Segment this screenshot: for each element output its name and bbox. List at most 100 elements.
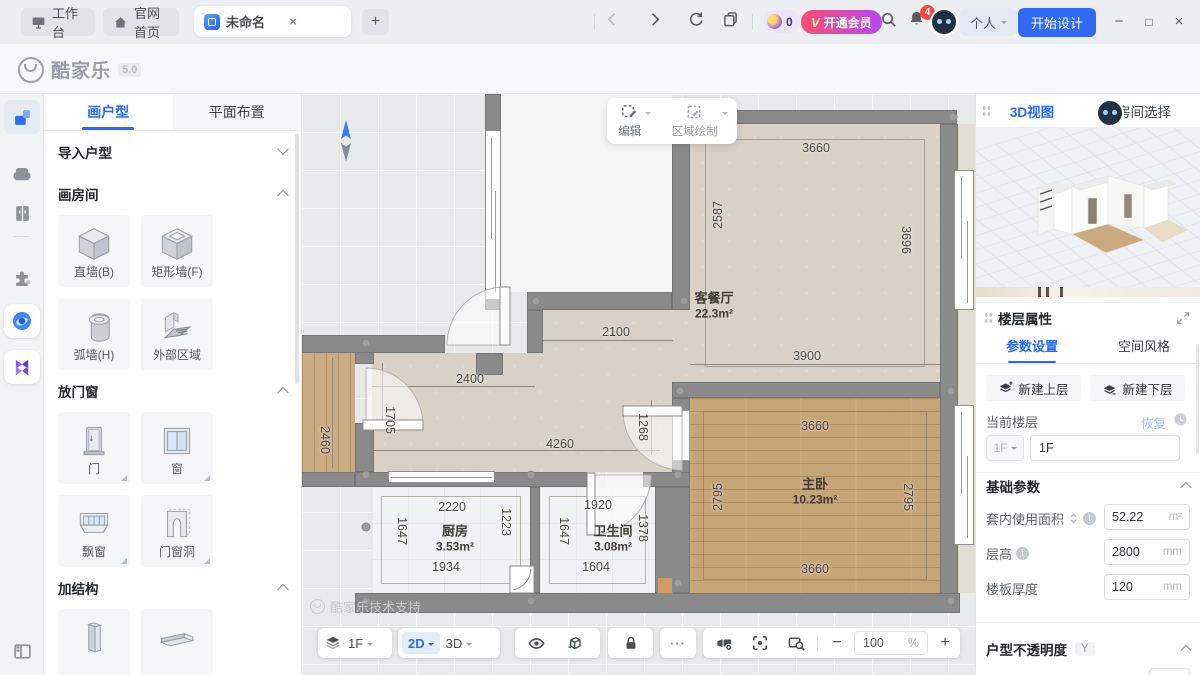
param-input-层高[interactable]: 2800mm	[1104, 539, 1190, 565]
panel-scrollbar[interactable]	[295, 134, 299, 384]
rail-panel-layout-icon[interactable]	[4, 634, 40, 668]
rail-furniture-icon[interactable]	[4, 156, 40, 190]
floorplan-canvas[interactable]: 客餐厅22.3m²厨房3.53m²卫生间3.08m²主卧10.23m²36602…	[302, 94, 975, 675]
rail-render-sphere-icon[interactable]	[4, 304, 40, 338]
info-icon[interactable]	[1083, 512, 1096, 525]
add-upper-floor-button[interactable]: 新建上层	[986, 375, 1081, 401]
dimension-label: 2220	[438, 500, 466, 514]
float-编辑[interactable]: 编辑	[618, 104, 649, 139]
new-tab-button[interactable]	[362, 9, 389, 35]
zoom-area-icon[interactable]	[781, 635, 811, 652]
shortcut-badge: Y	[1075, 642, 1095, 656]
duplicate-button[interactable]	[722, 11, 739, 28]
param-row-套内使用面积: 套内使用面积 52.22m²	[986, 504, 1190, 530]
zoom-level-input[interactable]: 100%	[854, 631, 928, 655]
tool-item-column-icon[interactable]	[58, 609, 130, 675]
param-input-楼板厚度[interactable]: 120mm	[1104, 574, 1190, 600]
close-icon[interactable]	[285, 14, 301, 30]
door-leaf[interactable]	[623, 406, 682, 416]
tab-官网首页[interactable]: 官网首页	[103, 8, 179, 36]
right-panel-scrollbar[interactable]	[1196, 344, 1199, 454]
section-header-放门窗[interactable]: 放门窗	[58, 370, 287, 412]
rail-plugin-icon[interactable]	[4, 260, 40, 294]
param-input-套内使用面积[interactable]: 52.22m²	[1104, 504, 1190, 530]
more-group	[660, 628, 696, 658]
close-window-button[interactable]: ×	[1168, 12, 1190, 32]
rail-draw-wall-icon[interactable]	[4, 100, 40, 134]
door-leaf[interactable]	[500, 287, 510, 345]
vip-upgrade-button[interactable]: V开通会员	[801, 10, 882, 34]
layer-down-icon	[1102, 381, 1117, 396]
preview-3d[interactable]	[976, 128, 1200, 296]
zoom-out-button[interactable]: −	[824, 634, 850, 652]
tool-item-beam-icon[interactable]	[141, 609, 213, 675]
expand-icon[interactable]	[1176, 311, 1190, 325]
material-strip	[976, 287, 1200, 297]
opacity-header[interactable]: 户型不透明度 Y	[986, 639, 1190, 659]
more-options-icon[interactable]	[660, 636, 696, 651]
notifications-button[interactable]: 4	[908, 10, 925, 27]
vip-v-icon: V	[811, 15, 820, 30]
info-icon[interactable]	[1016, 547, 1029, 560]
focus-icon[interactable]	[745, 635, 775, 651]
drag-handle-icon[interactable]	[984, 312, 993, 324]
tool-item-飘窗[interactable]: 飘窗	[58, 495, 130, 567]
cube-icon[interactable]	[559, 635, 589, 652]
mode-2d-button[interactable]: 2D	[402, 632, 440, 654]
restore-button[interactable]: 恢复	[1141, 413, 1166, 432]
eye-icon[interactable]	[521, 635, 551, 652]
lock-icon[interactable]	[608, 635, 653, 651]
floor-name-input[interactable]: 1F	[1030, 435, 1180, 461]
main-toolbar: 酷家乐 5.0 文件保存撤销恢复清空工具AI渲染图册图纸&清单搜索帮助协作消息V…	[0, 44, 1200, 94]
coin-balance[interactable]: 0	[763, 10, 801, 33]
door-arc	[623, 411, 682, 470]
room-label-卫生间: 卫生间3.08m²	[593, 523, 632, 554]
start-design-button[interactable]: 开始设计	[1018, 8, 1096, 37]
maximize-button[interactable]: □	[1138, 12, 1160, 32]
tool-item-矩形墙(F)[interactable]: 矩形墙(F)	[141, 215, 213, 287]
view-tab-3D视图[interactable]: 3D视图	[976, 101, 1088, 121]
floor-value[interactable]: 1F	[348, 636, 363, 651]
camera-settings-icon[interactable]	[709, 635, 739, 652]
forward-button[interactable]	[646, 11, 663, 28]
rail-cabinet-icon[interactable]	[4, 196, 40, 230]
refresh-button[interactable]	[688, 11, 705, 28]
stepper-icon[interactable]	[1068, 512, 1079, 525]
watermark-text: 酷家乐技术支持	[330, 597, 421, 616]
mode-3d-button[interactable]: 3D	[446, 636, 463, 651]
drag-handle-icon[interactable]	[982, 105, 991, 117]
profile-menu[interactable]: 个人	[960, 8, 1017, 36]
props-tab-空间风格[interactable]: 空间风格	[1088, 334, 1200, 363]
floor-select[interactable]: 1F	[986, 435, 1024, 461]
tool-item-外部区域[interactable]: 外部区域	[141, 298, 213, 370]
app-doc-icon	[204, 14, 220, 30]
props-tab-参数设置[interactable]: 参数设置	[976, 334, 1088, 363]
tool-item-窗[interactable]: 窗	[141, 412, 213, 484]
add-lower-floor-button[interactable]: 新建下层	[1090, 375, 1185, 401]
back-button[interactable]	[604, 11, 621, 28]
compass-icon	[339, 120, 353, 162]
tool-item-弧墙(H)[interactable]: 弧墙(H)	[58, 298, 130, 370]
minimize-button[interactable]: −	[1108, 12, 1130, 32]
assistant-icon[interactable]	[932, 10, 956, 34]
panel-tab-平面布置[interactable]: 平面布置	[173, 94, 302, 130]
float-区域绘制[interactable]: 区域绘制	[672, 104, 726, 139]
rail-ribbon-icon[interactable]	[4, 350, 40, 384]
tool-item-门窗洞[interactable]: 门窗洞	[141, 495, 213, 567]
chevron-up-icon	[277, 584, 288, 595]
search-button[interactable]	[880, 11, 897, 28]
tab-未命名[interactable]: 未命名	[194, 6, 351, 37]
tab-工作台[interactable]: 工作台	[21, 8, 95, 36]
divider	[14, 236, 30, 237]
layers-icon[interactable]	[318, 635, 348, 651]
basic-params-header[interactable]: 基础参数	[986, 476, 1190, 496]
history-clock-icon[interactable]	[1173, 412, 1188, 427]
zoom-in-button[interactable]: +	[932, 634, 958, 652]
room-label-主卧: 主卧10.23m²	[793, 476, 838, 507]
tool-item-门[interactable]: 门	[58, 412, 130, 484]
panel-tab-画户型[interactable]: 画户型	[44, 94, 173, 130]
section-header-画房间[interactable]: 画房间	[58, 173, 287, 215]
section-header-加结构[interactable]: 加结构	[58, 567, 287, 609]
section-header-导入户型[interactable]: 导入户型	[58, 131, 287, 173]
tool-item-直墙(B)[interactable]: 直墙(B)	[58, 215, 130, 287]
